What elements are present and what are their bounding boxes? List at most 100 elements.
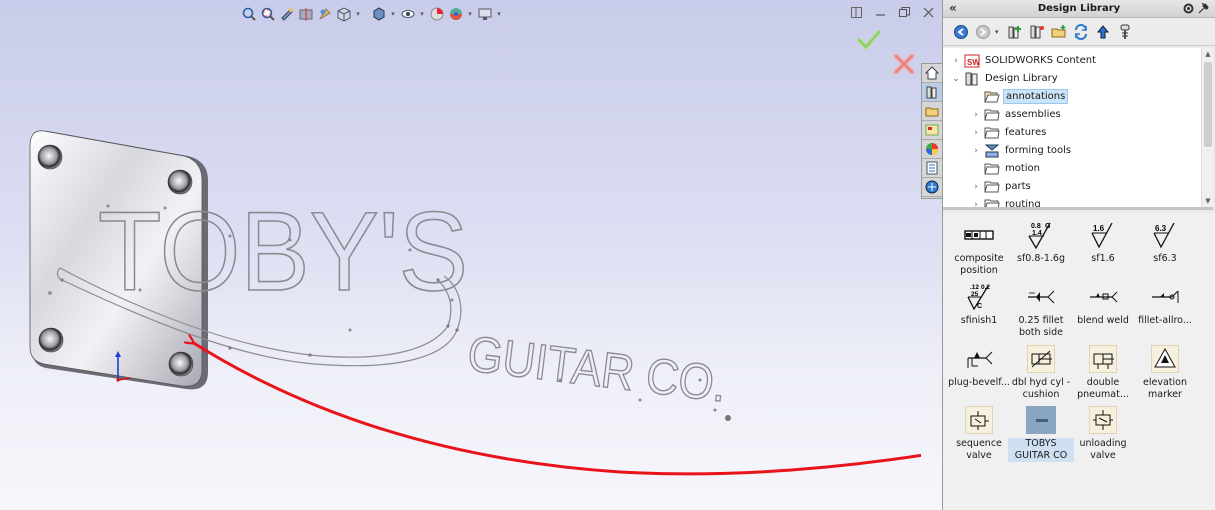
up-one-level-icon[interactable] (1093, 22, 1112, 41)
logo-text-line1[interactable]: TOBY'S (97, 188, 469, 315)
tree-item-design-library[interactable]: ⌄ Design Library (951, 70, 1060, 87)
library-item-fillet-both-side[interactable]: 0.25 fillet both side (1008, 281, 1074, 339)
folder-icon (984, 125, 1000, 140)
back-icon[interactable] (951, 22, 970, 41)
svg-text:6.3: 6.3 (1155, 224, 1167, 233)
tree-item-assemblies[interactable]: › assemblies (971, 106, 1063, 123)
library-item-double-pneumatic[interactable]: double pneumat... (1070, 343, 1136, 401)
library-item-sf16[interactable]: 1.6 sf1.6 (1070, 219, 1136, 265)
library-item-elevation-marker[interactable]: elevation marker (1132, 343, 1198, 401)
forward-icon[interactable] (973, 22, 992, 41)
folder-icon (984, 197, 1000, 207)
tree-item-features[interactable]: › features (971, 124, 1048, 141)
folder-icon (984, 107, 1000, 122)
library-item-sf08[interactable]: 0.8 G 1.4 sf0.8-1.6g (1008, 219, 1074, 265)
library-item-sf63[interactable]: 6.3 sf6.3 (1132, 219, 1198, 265)
solidworks-content-icon: SW (964, 53, 980, 68)
tree-item-solidworks-content[interactable]: › SW SOLIDWORKS Content (951, 52, 1098, 69)
library-item-dbl-hyd-cyl[interactable]: dbl hyd cyl - cushion (1008, 343, 1074, 401)
close-icon[interactable] (922, 6, 934, 18)
task-pane-tabs (921, 63, 942, 199)
svg-text:SW: SW (967, 58, 980, 67)
library-tree: › SW SOLIDWORKS Content ⌄ Design Library… (943, 48, 1213, 210)
library-item-tobys-guitar-co[interactable]: TOBYS GUITAR CO (1008, 404, 1074, 462)
gear-icon[interactable] (1182, 2, 1195, 18)
logo-text-line2[interactable]: GUITAR CO. (464, 325, 730, 414)
screw-hole (168, 351, 194, 377)
home-icon (925, 66, 939, 80)
composite-position-icon (963, 219, 995, 251)
refresh-icon[interactable] (1071, 22, 1090, 41)
library-item-composite-position[interactable]: composite position (946, 219, 1012, 277)
folder-open-icon (984, 89, 1000, 104)
surface-finish-icon: 6.3 (1149, 219, 1181, 251)
custom-properties-tab[interactable] (922, 159, 942, 178)
create-new-folder-icon[interactable] (1049, 22, 1068, 41)
appearances-tab[interactable] (922, 140, 942, 159)
tree-scrollbar[interactable]: ▲ ▼ (1201, 48, 1213, 207)
graphics-area[interactable]: ▾ ▾ ▾ ▾ ▾ TOBY'S GUITAR CO. (0, 0, 942, 510)
appearances-icon (926, 143, 938, 155)
tree-item-parts[interactable]: › parts (971, 178, 1033, 195)
folder-icon (984, 179, 1000, 194)
weld-symbol-icon (1025, 281, 1057, 313)
library-item-sfinish1[interactable]: .12 0.2 25 C sfinish1 (946, 281, 1012, 327)
solidworks-resources-tab[interactable] (922, 64, 942, 83)
file-explorer-tab[interactable] (922, 102, 942, 121)
surface-finish-icon: .12 0.2 25 C (963, 281, 995, 313)
3d-content-central-icon[interactable] (1115, 22, 1134, 41)
collapse-arrow-icon[interactable]: ⌄ (951, 74, 961, 84)
library-item-fillet-allround[interactable]: fillet-allro... (1132, 281, 1198, 327)
elevation-marker-icon (1151, 345, 1179, 373)
weld-symbol-icon (1087, 281, 1119, 313)
design-library-tab[interactable] (922, 83, 942, 102)
library-item-unloading-valve[interactable]: unloading valve (1070, 404, 1136, 462)
panel-toolbar: ▾ (943, 18, 1215, 46)
solidworks-forum-tab[interactable] (922, 178, 942, 197)
tree-item-annotations[interactable]: annotations (971, 88, 1069, 105)
history-dropdown[interactable]: ▾ (995, 28, 1002, 36)
panel-title-bar: « Design Library (943, 0, 1215, 18)
pneumatic-cylinder-icon (1089, 345, 1117, 373)
design-library-panel: « Design Library ▾ › SW SOLIDWORKS Conte… (942, 0, 1215, 510)
svg-text:0.8: 0.8 (1031, 223, 1041, 230)
valve-icon (1089, 406, 1117, 434)
hydraulic-cylinder-icon (1027, 345, 1055, 373)
model-canvas: TOBY'S GUITAR CO. (29, 130, 921, 476)
books-icon (926, 86, 937, 99)
panel-title: Design Library (1037, 3, 1121, 14)
valve-icon (965, 406, 993, 434)
library-items-grid: composite position 0.8 G 1.4 sf0.8-1.6g 1.… (943, 213, 1215, 510)
logo-feature-icon (1026, 406, 1056, 434)
surface-finish-icon: 1.6 (1087, 219, 1119, 251)
library-item-blend-weld[interactable]: blend weld (1070, 281, 1136, 327)
library-item-plug-bevel[interactable]: plug-bevelf... (946, 343, 1012, 389)
tree-item-motion[interactable]: motion (971, 160, 1042, 177)
surface-finish-icon: 0.8 G 1.4 (1025, 219, 1057, 251)
expand-arrow-icon[interactable]: › (971, 110, 981, 120)
svg-text:C: C (977, 303, 982, 310)
view-palette-icon (925, 124, 939, 136)
forum-icon (925, 180, 939, 194)
sketch-origin (725, 415, 731, 421)
svg-text:.12: .12 (970, 284, 979, 291)
scroll-up-icon[interactable]: ▲ (1202, 48, 1213, 60)
expand-arrow-icon[interactable]: › (951, 56, 961, 66)
library-item-sequence-valve[interactable]: sequence valve (946, 404, 1012, 462)
add-to-library-icon[interactable] (1005, 22, 1024, 41)
pin-icon[interactable] (1198, 2, 1210, 17)
custom-properties-icon (926, 161, 938, 175)
view-palette-tab[interactable] (922, 121, 942, 140)
forming-tools-icon (984, 143, 1000, 158)
expand-arrow-icon[interactable]: › (971, 146, 981, 156)
expand-arrow-icon[interactable]: › (971, 200, 981, 208)
scroll-thumb[interactable] (1204, 62, 1212, 147)
expand-arrow-icon[interactable]: › (971, 182, 981, 192)
add-file-location-icon[interactable] (1027, 22, 1046, 41)
scroll-down-icon[interactable]: ▼ (1202, 195, 1213, 207)
weld-symbol-icon (1149, 281, 1181, 313)
tree-item-routing[interactable]: › routing (971, 196, 1043, 208)
expand-arrow-icon[interactable]: › (971, 128, 981, 138)
tree-item-forming-tools[interactable]: › forming tools (971, 142, 1073, 159)
weld-symbol-icon (963, 343, 995, 375)
